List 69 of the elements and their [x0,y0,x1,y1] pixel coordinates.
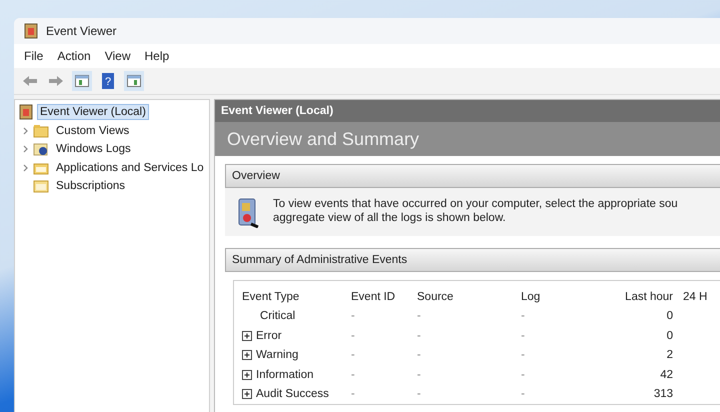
section-header[interactable]: Summary of Administrative Events [225,248,720,272]
column-header[interactable]: Log [521,290,581,303]
expand-icon [242,389,252,400]
expand-icon [242,330,252,341]
table-cell-text: - [521,330,526,342]
table-cell: Critical [260,310,296,322]
table-cell-text: - [417,349,422,362]
window-title: Event Viewer [46,24,116,38]
expand-icon [242,370,252,380]
column-header[interactable]: Event Type [242,290,351,303]
table-cell-text: - [417,388,422,400]
table-cell: Error [256,330,282,342]
overview-text: To view events that have occurred on your computer, select the appropriate sou [273,198,678,210]
menu-item[interactable]: View [98,47,136,65]
chevron-right-icon [22,126,28,135]
action-pane-button[interactable] [124,71,144,91]
tree-item[interactable]: Custom Views [53,122,132,139]
table-cell: Warning [256,349,298,362]
table-cell-text: 313 [652,388,673,400]
table-cell-text: - [351,349,356,362]
expand-icon [242,350,252,360]
table-cell-text: - [351,310,356,322]
subscription-icon [33,179,49,194]
table-cell-text: 42 [659,368,673,381]
log-icon [33,142,49,156]
pane-header: Event Viewer (Local) [215,100,720,122]
panel-icon [127,75,141,87]
table-cell-text: - [417,330,422,342]
column-header[interactable]: Source [417,290,521,303]
table-cell-text: 0 [666,330,673,342]
table-cell: Audit Success [256,388,329,400]
table-cell-text: - [521,349,526,362]
column-header[interactable]: Event ID [351,290,417,303]
table-cell-text: - [417,310,422,322]
menu-item[interactable]: Action [51,47,97,65]
app-icon [19,104,33,120]
table-cell-text: - [351,388,356,400]
menu-item[interactable]: Help [138,47,176,65]
table-cell-text: - [351,330,356,342]
section-header[interactable]: Overview [225,164,720,188]
table-cell-text: - [417,368,422,381]
console-tree-button[interactable] [72,71,92,91]
tree-item[interactable]: Subscriptions [53,178,128,194]
app-icon [24,23,38,39]
tree-item[interactable]: Applications and Services Lo [53,160,207,176]
folder-icon [33,160,49,175]
help-button[interactable]: ? [98,71,118,91]
tree-item[interactable]: Windows Logs [53,141,134,158]
chevron-right-icon [22,145,28,154]
chevron-right-icon [22,164,28,172]
event-log-icon [237,198,259,228]
arrow-right-icon [49,76,63,86]
menu-item[interactable]: File [18,47,50,65]
table-cell-text: 0 [666,310,673,322]
table-cell-text: - [521,388,526,400]
table-cell-text: - [351,368,356,381]
tree-item[interactable]: Event Viewer (Local) [37,104,149,120]
column-header[interactable]: Last hour [581,290,673,303]
pane-title: Overview and Summary [215,122,720,156]
table-cell-text: - [521,368,526,381]
table-cell: Information [256,368,314,381]
arrow-left-icon [23,76,37,86]
folder-icon [33,124,49,138]
table-cell-text: - [521,310,526,322]
column-header[interactable]: 24 H [673,290,720,303]
table-cell-text: 2 [666,349,673,362]
overview-text: aggregate view of all the logs is shown below. [273,212,507,224]
panel-icon [75,75,89,87]
help-icon: ? [102,73,114,89]
